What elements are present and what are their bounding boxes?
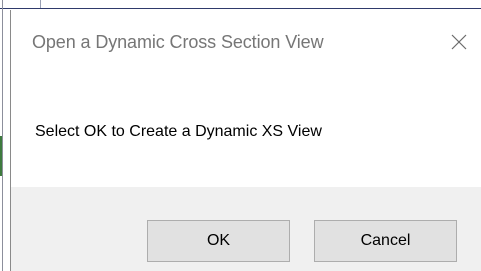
dialog-content: Select OK to Create a Dynamic XS View bbox=[11, 72, 481, 199]
dialog-footer: OK Cancel bbox=[11, 187, 481, 271]
dialog-message: Select OK to Create a Dynamic XS View bbox=[35, 123, 322, 140]
dialog-titlebar: Open a Dynamic Cross Section View bbox=[11, 10, 481, 72]
message-dialog: Open a Dynamic Cross Section View Select… bbox=[10, 10, 481, 271]
ok-button[interactable]: OK bbox=[147, 220, 290, 262]
background-divider bbox=[0, 136, 2, 176]
cancel-button[interactable]: Cancel bbox=[314, 220, 457, 262]
close-button[interactable] bbox=[439, 24, 479, 60]
background-divider bbox=[40, 0, 41, 8]
close-icon bbox=[451, 34, 467, 50]
dialog-title: Open a Dynamic Cross Section View bbox=[32, 32, 324, 52]
background-divider bbox=[2, 0, 3, 271]
background-divider bbox=[0, 8, 481, 9]
